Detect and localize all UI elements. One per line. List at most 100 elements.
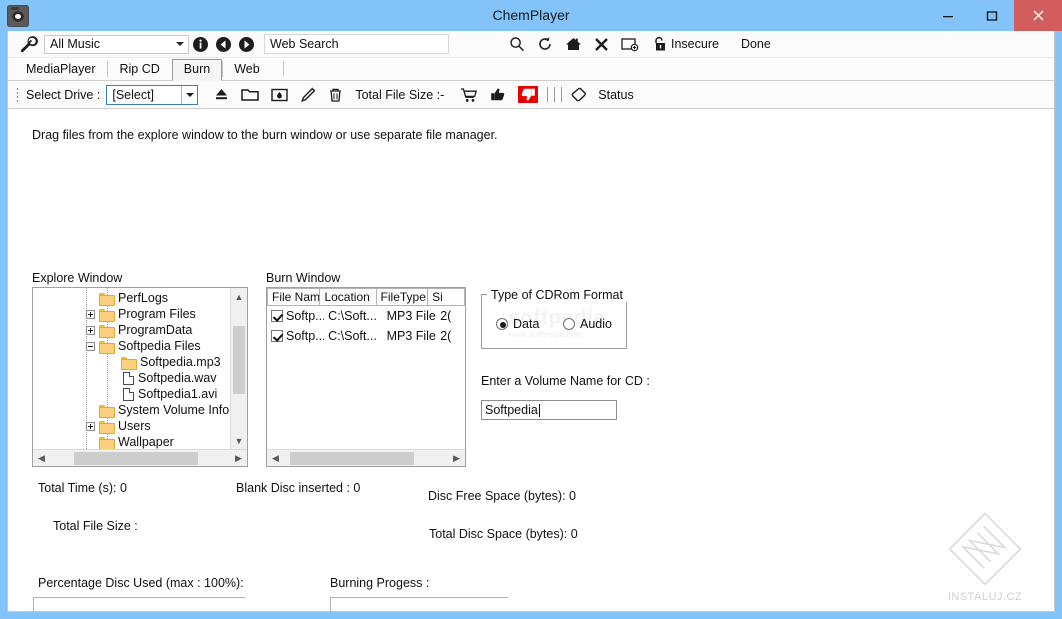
library-combo[interactable]: All Music: [44, 34, 189, 54]
tree-item[interactable]: Softpedia Files: [33, 338, 230, 354]
instaluj-watermark-text: INSTALUJ.CZ: [947, 591, 1023, 603]
eject-icon[interactable]: [214, 87, 229, 102]
close-button[interactable]: [1014, 0, 1062, 31]
tree-item[interactable]: Users: [33, 418, 230, 434]
search-icon[interactable]: [509, 36, 525, 52]
row-checkbox[interactable]: [271, 310, 283, 322]
tree-vertical-scrollbar[interactable]: ▲ ▼: [230, 288, 247, 449]
total-time-label: Total Time (s): 0: [38, 481, 127, 495]
thumbs-down-icon[interactable]: [518, 86, 539, 103]
table-row[interactable]: Softp... C:\Soft... MP3 File 2(: [267, 306, 465, 326]
maximize-button[interactable]: [970, 0, 1014, 31]
burn-toolbar: Select Drive : [Select] Total File Size …: [8, 81, 1054, 109]
cell-size: 2(: [440, 329, 452, 343]
tree-item[interactable]: Program Files: [33, 306, 230, 322]
drive-select-combo[interactable]: [Select]: [106, 84, 199, 105]
scrollbar-track[interactable]: [284, 450, 448, 467]
volume-name-label: Enter a Volume Name for CD :: [481, 374, 650, 388]
scrollbar-thumb[interactable]: [290, 451, 414, 465]
burn-folder-icon[interactable]: [271, 87, 289, 102]
tab-rip-cd[interactable]: Rip CD: [107, 59, 171, 80]
tree-item[interactable]: Wallpaper: [33, 434, 230, 449]
row-checkbox[interactable]: [271, 330, 283, 342]
radio-dot-icon: [563, 318, 576, 330]
column-header-size[interactable]: Si: [428, 288, 465, 306]
scroll-left-icon[interactable]: ◀: [33, 450, 50, 467]
disc-free-space-label: Disc Free Space (bytes): 0: [428, 489, 576, 503]
expand-plus-icon[interactable]: [86, 325, 95, 335]
cart-icon[interactable]: [460, 87, 478, 103]
add-folder-icon[interactable]: [621, 36, 639, 52]
info-icon[interactable]: [192, 36, 209, 53]
insecure-label: Insecure: [671, 37, 719, 51]
cell-file-type: MP3 File: [386, 329, 436, 343]
folder-icon: [99, 436, 115, 449]
scroll-up-icon[interactable]: ▲: [231, 288, 247, 305]
tab-mediaplayer[interactable]: MediaPlayer: [14, 59, 107, 80]
tree-item[interactable]: System Volume Informatic: [33, 402, 230, 418]
tree-item[interactable]: Softpedia.mp3: [33, 354, 230, 370]
refresh-icon[interactable]: [537, 36, 553, 52]
back-arrow-icon[interactable]: [215, 36, 232, 53]
minimize-button[interactable]: [926, 0, 970, 31]
burning-progress-bar: [330, 597, 508, 611]
tree-item[interactable]: Softpedia.wav: [33, 370, 230, 386]
file-icon: [123, 371, 134, 385]
burn-window-label: Burn Window: [266, 271, 341, 285]
collapse-minus-icon[interactable]: [86, 341, 95, 351]
chevron-down-icon[interactable]: [181, 85, 197, 104]
scroll-left-icon[interactable]: ◀: [267, 450, 284, 467]
scroll-right-icon[interactable]: ▶: [230, 450, 247, 467]
application-window: ChemPlayer All Music Web Search Insecure…: [0, 0, 1062, 619]
forward-arrow-icon[interactable]: [238, 36, 255, 53]
cell-file-name: Softp...: [286, 309, 325, 323]
burning-progress-label: Burning Progess :: [330, 576, 430, 590]
column-header-file-type[interactable]: FileType: [376, 288, 429, 306]
unlock-icon[interactable]: [651, 36, 667, 52]
trash-icon[interactable]: [328, 87, 343, 103]
total-file-size-label: Total File Size :-: [355, 87, 445, 102]
burn-list-horizontal-scrollbar[interactable]: ◀ ▶: [267, 449, 465, 466]
folder-icon: [99, 340, 115, 354]
tree-item[interactable]: ProgramData: [33, 322, 230, 338]
cell-file-type: MP3 File: [386, 309, 436, 323]
percentage-disc-used-label: Percentage Disc Used (max : 100%):: [38, 576, 244, 590]
tab-burn[interactable]: Burn: [171, 59, 223, 81]
radio-audio[interactable]: Audio: [563, 317, 612, 331]
stop-icon[interactable]: [594, 37, 609, 52]
wrench-icon[interactable]: [18, 34, 40, 54]
cell-location: C:\Soft...: [328, 309, 377, 323]
toolbar-grip[interactable]: [16, 86, 19, 103]
volume-name-input[interactable]: Softpedia: [481, 400, 617, 420]
column-header-file-name[interactable]: File Name: [267, 288, 321, 306]
tab-web[interactable]: Web: [222, 59, 271, 80]
column-header-location[interactable]: Location: [320, 288, 377, 306]
scrollbar-thumb[interactable]: [233, 326, 245, 394]
expand-plus-icon[interactable]: [86, 309, 95, 319]
scrollbar-thumb[interactable]: [74, 451, 198, 465]
scroll-right-icon[interactable]: ▶: [448, 450, 465, 467]
radio-data[interactable]: Data: [496, 317, 539, 331]
expand-plus-icon[interactable]: [86, 421, 95, 431]
open-folder-icon[interactable]: [241, 87, 260, 102]
scrollbar-track[interactable]: [50, 450, 230, 467]
thumbs-up-icon[interactable]: [490, 87, 506, 102]
window-controls: [926, 0, 1062, 31]
radio-dot-icon: [496, 318, 508, 330]
explore-window-tree[interactable]: PerfLogs Program Files ProgramData Softp…: [32, 287, 248, 467]
home-icon[interactable]: [565, 36, 582, 52]
folder-icon: [99, 420, 115, 434]
tree-horizontal-scrollbar[interactable]: ◀ ▶: [33, 449, 247, 466]
scroll-down-icon[interactable]: ▼: [231, 432, 247, 449]
eraser-icon[interactable]: [571, 87, 588, 102]
folder-icon: [99, 308, 115, 322]
drive-select-value: [Select]: [112, 87, 155, 102]
tree-item-label: Softpedia Files: [118, 339, 201, 353]
tree-item[interactable]: PerfLogs: [33, 290, 230, 306]
title-bar: ChemPlayer: [0, 0, 1062, 31]
search-input[interactable]: Web Search: [264, 34, 449, 54]
tree-item[interactable]: Softpedia1.avi: [33, 386, 230, 402]
table-row[interactable]: Softp... C:\Soft... MP3 File 2(: [267, 326, 465, 346]
burn-window-list[interactable]: File Name Location FileType Si Softp... …: [266, 287, 466, 467]
pencil-icon[interactable]: [300, 87, 316, 103]
